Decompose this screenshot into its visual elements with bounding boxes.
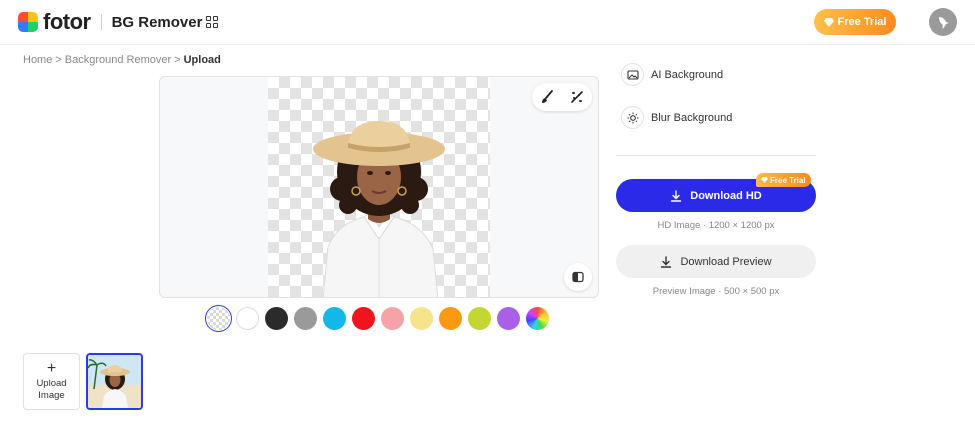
swatch-yellow[interactable] (410, 307, 433, 330)
cutout-image (313, 121, 445, 297)
swatch-black[interactable] (265, 307, 288, 330)
plus-icon: + (46, 359, 57, 377)
upload-image-button[interactable]: + Upload Image (23, 353, 80, 410)
ai-background-icon (621, 63, 644, 86)
swatch-transparent[interactable] (205, 305, 232, 332)
swatch-pink[interactable] (381, 307, 404, 330)
magic-wand-tool-button[interactable] (565, 85, 589, 109)
panel-divider (616, 155, 816, 156)
fotor-logo-icon (18, 12, 38, 32)
bird-avatar-icon (939, 17, 949, 29)
swatch-orange[interactable] (439, 307, 462, 330)
breadcrumb-separator: > (174, 54, 181, 66)
thumbnail-photo (88, 355, 141, 408)
swatch-cyan[interactable] (323, 307, 346, 330)
download-preview-label: Download Preview (680, 255, 772, 268)
background-color-swatches (205, 305, 549, 332)
blur-background-option[interactable]: Blur Background (621, 106, 732, 129)
breadcrumb-background-remover[interactable]: Background Remover (65, 54, 171, 66)
breadcrumb: Home > Background Remover > Upload (23, 54, 221, 66)
brush-tool-button[interactable] (535, 85, 559, 109)
swatch-gray[interactable] (294, 307, 317, 330)
free-trial-badge-label: Free Trial (770, 175, 806, 185)
free-trial-label: Free Trial (837, 16, 887, 28)
blur-background-icon (621, 106, 644, 129)
upload-label-line1: Upload (36, 377, 67, 389)
magic-wand-icon (571, 91, 583, 103)
swatch-rainbow[interactable] (526, 307, 549, 330)
breadcrumb-upload: Upload (183, 54, 221, 66)
swatch-white[interactable] (236, 307, 259, 330)
download-icon (661, 255, 672, 268)
blur-background-label: Blur Background (651, 111, 733, 124)
breadcrumb-home[interactable]: Home (23, 54, 52, 66)
preview-image-caption: Preview Image · 500 × 500 px (652, 286, 780, 297)
product-name: BG Remover (111, 13, 203, 31)
download-hd-label: Download HD (690, 189, 762, 202)
swatch-purple[interactable] (497, 307, 520, 330)
swatch-lime[interactable] (468, 307, 491, 330)
breadcrumb-separator: > (55, 54, 62, 66)
swatch-red[interactable] (352, 307, 375, 330)
user-avatar[interactable] (929, 8, 957, 36)
brush-icon (542, 90, 553, 103)
diamond-icon (761, 177, 768, 183)
logo-divider (100, 14, 102, 30)
hd-image-caption: HD Image · 1200 × 1200 px (657, 220, 775, 231)
ai-background-label: AI Background (651, 68, 724, 81)
edit-tools (532, 83, 592, 111)
image-thumbnail[interactable] (86, 353, 143, 410)
compare-icon (572, 271, 584, 283)
fotor-logo[interactable]: fotor BG Remover (18, 9, 203, 34)
upload-label-line2: Image (38, 389, 65, 401)
top-header: fotor BG Remover Free Trial (0, 0, 975, 45)
download-preview-button[interactable]: Download Preview (616, 245, 816, 278)
ai-background-option[interactable]: AI Background (621, 63, 723, 86)
apps-grid-icon[interactable] (206, 16, 218, 28)
diamond-icon (823, 17, 834, 27)
image-canvas[interactable] (159, 76, 599, 298)
free-trial-button[interactable]: Free Trial (814, 9, 896, 35)
download-icon (671, 189, 682, 202)
free-trial-badge: Free Trial (756, 173, 811, 187)
logo-text: fotor (43, 9, 91, 34)
compare-button[interactable] (564, 263, 592, 291)
